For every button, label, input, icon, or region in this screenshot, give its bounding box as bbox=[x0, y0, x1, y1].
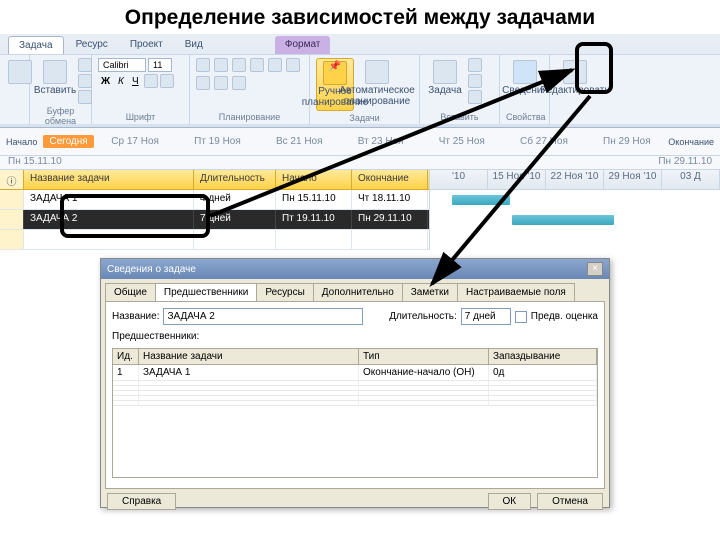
col-end[interactable]: Окончание bbox=[352, 170, 428, 189]
cut-icon[interactable] bbox=[78, 58, 92, 72]
group-clipboard: Буфер обмена bbox=[36, 104, 85, 126]
gantt-chart: '10 15 Ноя '10 22 Ноя '10 29 Ноя '10 03 … bbox=[430, 170, 720, 250]
tab-advanced[interactable]: Дополнительно bbox=[313, 283, 403, 301]
col-type[interactable]: Тип bbox=[359, 349, 489, 364]
table-header: ⓘ Название задачи Длительность Начало Ок… bbox=[0, 170, 429, 190]
tab-format[interactable]: Формат bbox=[275, 36, 331, 54]
estimate-label: Предв. оценка bbox=[531, 311, 598, 322]
predecessor-row[interactable]: 1 ЗАДАЧА 1 Окончание-начало (ОН) 0д bbox=[113, 365, 597, 381]
tab-general[interactable]: Общие bbox=[105, 283, 156, 301]
font-name-select[interactable]: Calibri bbox=[98, 58, 146, 72]
auto-schedule-button[interactable]: Автоматическое планирование bbox=[358, 58, 396, 109]
timeline-end-label: Окончание bbox=[668, 137, 714, 147]
col-info-icon: ⓘ bbox=[0, 170, 24, 189]
col-lag[interactable]: Запаздывание bbox=[489, 349, 597, 364]
indent-right-icon[interactable] bbox=[214, 58, 228, 72]
gantt-bar[interactable] bbox=[512, 215, 614, 225]
tab-custom-fields[interactable]: Настраиваемые поля bbox=[457, 283, 575, 301]
dialog-titlebar[interactable]: Сведения о задаче × bbox=[101, 259, 609, 279]
today-marker: Сегодня bbox=[43, 135, 93, 148]
milestone-icon[interactable] bbox=[468, 74, 482, 88]
italic-button[interactable]: К bbox=[115, 76, 127, 87]
ok-button[interactable]: ОК bbox=[488, 493, 532, 510]
fill-color-icon[interactable] bbox=[160, 74, 174, 88]
tab-project[interactable]: Проект bbox=[120, 36, 173, 54]
table-row[interactable]: . bbox=[0, 230, 429, 250]
timeline: Начало Сегодня Ср 17 НояПт 19 НояВс 21 Н… bbox=[0, 128, 720, 156]
predecessors-label: Предшественники: bbox=[112, 331, 199, 342]
group-tasks: Задачи bbox=[316, 111, 413, 123]
unlink-icon[interactable] bbox=[214, 76, 228, 90]
link-icon[interactable] bbox=[196, 76, 210, 90]
close-icon[interactable]: × bbox=[587, 262, 603, 276]
predecessors-table: Ид. Название задачи Тип Запаздывание 1 З… bbox=[112, 348, 598, 478]
underline-button[interactable]: Ч bbox=[129, 76, 142, 87]
tab-notes[interactable]: Заметки bbox=[402, 283, 458, 301]
task-name-input[interactable] bbox=[163, 308, 363, 325]
estimate-checkbox[interactable] bbox=[515, 311, 527, 323]
group-font: Шрифт bbox=[98, 110, 183, 122]
timeline-dates: Ср 17 НояПт 19 НояВс 21 НояВт 23 НояЧт 2… bbox=[94, 136, 669, 147]
cancel-button[interactable]: Отмена bbox=[537, 493, 603, 510]
paste-button[interactable]: Вставить bbox=[36, 58, 74, 99]
bold-button[interactable]: Ж bbox=[98, 76, 113, 87]
ribbon-tabs: Задача Ресурс Проект Вид Формат bbox=[0, 34, 720, 54]
format-painter-icon[interactable] bbox=[78, 90, 92, 104]
page-title: Определение зависимостей между задачами bbox=[0, 0, 720, 34]
tab-predecessors[interactable]: Предшественники bbox=[155, 283, 257, 301]
dialog-title: Сведения о задаче bbox=[107, 264, 196, 275]
split-icon[interactable] bbox=[232, 76, 246, 90]
pct25-icon[interactable] bbox=[232, 58, 246, 72]
task-grid: ⓘ Название задачи Длительность Начало Ок… bbox=[0, 170, 720, 250]
table-row-selected[interactable]: ЗАДАЧА 27 днейПт 19.11.10Пн 29.11.10 bbox=[0, 210, 429, 230]
info-button[interactable]: Сведения bbox=[506, 58, 544, 99]
deliverable-icon[interactable] bbox=[468, 90, 482, 104]
tab-resources[interactable]: Ресурсы bbox=[256, 283, 313, 301]
pct100-icon[interactable] bbox=[286, 58, 300, 72]
gantt-bar[interactable] bbox=[452, 195, 510, 205]
col-start[interactable]: Начало bbox=[276, 170, 352, 189]
copy-icon[interactable] bbox=[78, 74, 92, 88]
tab-resource[interactable]: Ресурс bbox=[66, 36, 118, 54]
timeline-start-label: Начало bbox=[6, 137, 37, 147]
summary-icon[interactable] bbox=[468, 58, 482, 72]
col-id[interactable]: Ид. bbox=[113, 349, 139, 364]
task-button[interactable]: Задача bbox=[426, 58, 464, 99]
edit-button[interactable]: Редактировать bbox=[556, 58, 594, 99]
tab-view[interactable]: Вид bbox=[175, 36, 213, 54]
name-label: Название: bbox=[112, 311, 159, 322]
col-task-name[interactable]: Название задачи bbox=[139, 349, 359, 364]
group-props: Свойства bbox=[506, 110, 543, 122]
pct50-icon[interactable] bbox=[250, 58, 264, 72]
group-schedule: Планирование bbox=[196, 110, 303, 122]
task-info-dialog: Сведения о задаче × Общие Предшественник… bbox=[100, 258, 610, 508]
timeline-end-date: Пн 29.11.10 bbox=[658, 156, 712, 167]
col-name[interactable]: Название задачи bbox=[24, 170, 194, 189]
duration-label: Длительность: bbox=[389, 311, 457, 322]
font-color-icon[interactable] bbox=[144, 74, 158, 88]
group-insert: Вставить bbox=[426, 110, 493, 122]
table-row[interactable]: ЗАДАЧА 14 днейПн 15.11.10Чт 18.11.10 bbox=[0, 190, 429, 210]
col-duration[interactable]: Длительность bbox=[194, 170, 276, 189]
timeline-start-date: Пн 15.11.10 bbox=[8, 156, 62, 167]
duration-input[interactable] bbox=[461, 308, 511, 325]
help-button[interactable]: Справка bbox=[107, 493, 176, 510]
pct75-icon[interactable] bbox=[268, 58, 282, 72]
ribbon: Задача Ресурс Проект Вид Формат Вставить… bbox=[0, 34, 720, 128]
predecessor-row[interactable] bbox=[113, 401, 597, 406]
font-size-select[interactable]: 11 bbox=[148, 58, 172, 72]
indent-left-icon[interactable] bbox=[196, 58, 210, 72]
tab-task[interactable]: Задача bbox=[8, 36, 64, 54]
